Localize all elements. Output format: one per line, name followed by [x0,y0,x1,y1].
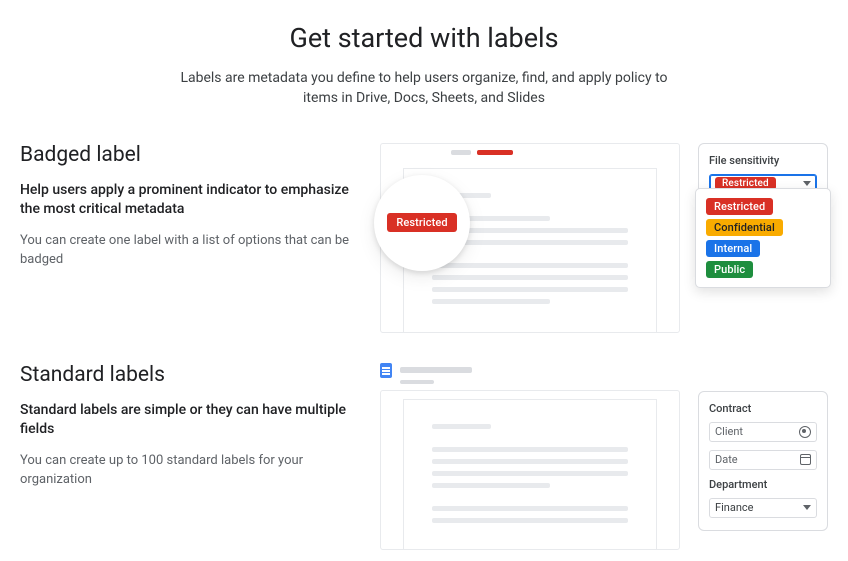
client-field[interactable]: Client [709,422,817,442]
chevron-down-icon [803,181,811,186]
badged-heading: Badged label [20,143,356,167]
department-title: Department [709,478,817,491]
chevron-down-icon [803,505,811,510]
date-field[interactable]: Date [709,450,817,470]
standard-illustration [380,363,680,550]
client-field-label: Client [715,425,743,438]
contract-title: Contract [709,402,817,415]
file-sensitivity-dropdown: Restricted Confidential Internal Public [695,188,831,288]
standard-subheading: Standard labels are simple or they can h… [20,401,356,440]
person-icon [799,426,811,438]
page-title: Get started with labels [20,22,828,54]
department-select[interactable]: Finance [709,498,817,518]
date-field-label: Date [715,453,738,466]
option-confidential[interactable]: Confidential [706,219,783,236]
option-internal[interactable]: Internal [706,240,760,257]
calendar-icon [800,454,811,465]
standard-labels-panel: Contract Client Date Department Finance [698,391,828,531]
badged-body: You can create one label with a list of … [20,232,356,270]
file-sensitivity-title: File sensitivity [709,154,817,167]
badged-section: Badged label Help users apply a prominen… [20,143,828,333]
standard-body: You can create up to 100 standard labels… [20,452,356,490]
page-subtitle: Labels are metadata you define to help u… [164,68,684,109]
docs-icon [380,363,392,378]
option-restricted[interactable]: Restricted [706,198,773,215]
badged-subheading: Help users apply a prominent indicator t… [20,181,356,220]
standard-section: Standard labels Standard labels are simp… [20,363,828,550]
file-sensitivity-panel: File sensitivity Restricted Restricted C… [698,143,828,215]
restricted-badge: Restricted [387,213,456,232]
badged-illustration: Restricted [380,143,680,333]
option-public[interactable]: Public [706,261,753,278]
standard-heading: Standard labels [20,363,356,387]
badge-bubble: Restricted [374,175,470,271]
department-value: Finance [715,501,753,514]
